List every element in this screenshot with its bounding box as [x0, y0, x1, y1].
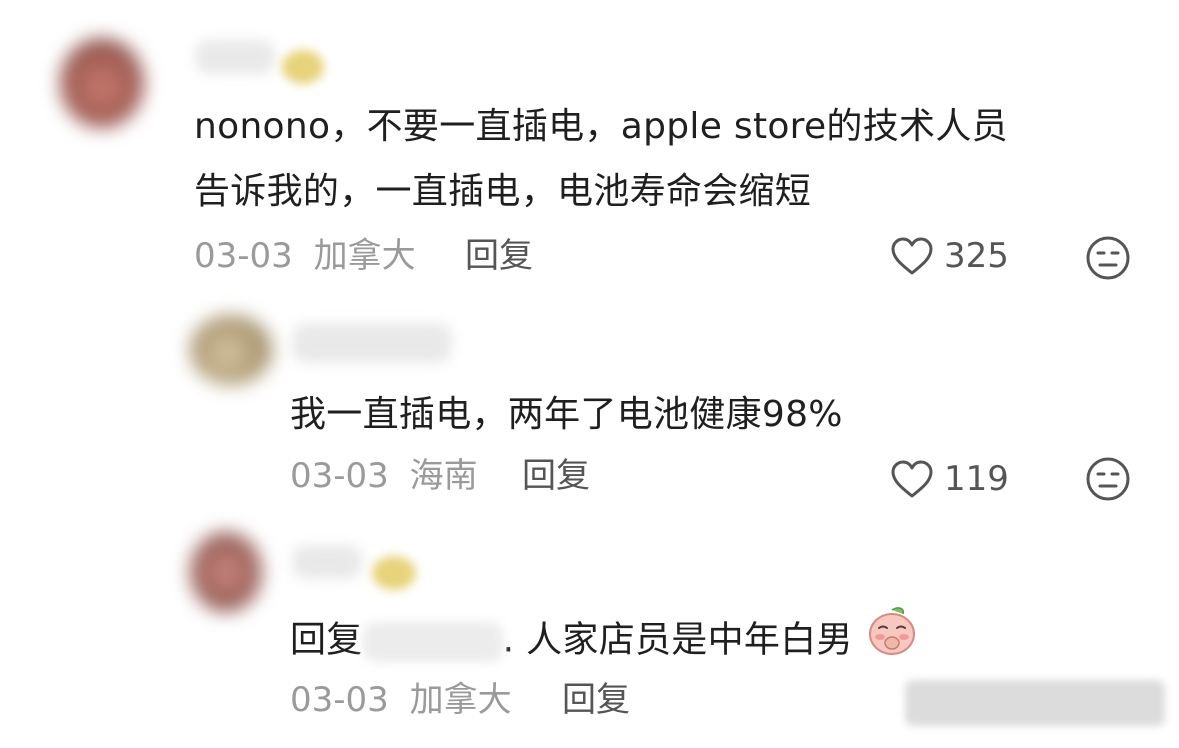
dislike-button[interactable] [1085, 456, 1131, 506]
mentioned-username-blurred[interactable] [362, 621, 503, 662]
comment-text-line-1: nonono，不要一直插电，apple store的技术人员 [194, 106, 1008, 147]
like-button[interactable]: 325 [890, 236, 1009, 276]
dislike-button[interactable] [1085, 235, 1131, 285]
avatar[interactable] [190, 532, 262, 612]
neutral-face-icon [1086, 457, 1130, 501]
comment-date: 03-03 [194, 236, 293, 276]
comment-date: 03-03 [290, 680, 389, 720]
comment-location: 海南 [409, 456, 478, 496]
watermark-blurred [905, 680, 1165, 726]
comment-text-body: . 人家店员是中年白男 [502, 619, 853, 661]
reply-button[interactable]: 回复 [522, 456, 590, 496]
comment-date-location: 03-03 加拿大 [194, 236, 416, 276]
comment-date-location: 03-03 海南 [290, 456, 478, 496]
user-badge [372, 556, 416, 590]
comment-thread: nonono，不要一直插电，apple store的技术人员 告诉我的，一直插电… [0, 0, 1179, 748]
heart-outline-icon [891, 460, 933, 498]
username-blurred[interactable] [292, 323, 452, 363]
heart-outline-icon [891, 237, 933, 275]
username-blurred[interactable] [195, 40, 275, 74]
avatar[interactable] [60, 38, 144, 128]
comment-date-location: 03-03 加拿大 [290, 680, 512, 720]
reply-button[interactable]: 回复 [562, 680, 630, 720]
peach-face-covering-mouth-emoji [865, 604, 919, 679]
comment-text-line-1: 我一直插电，两年了电池健康98% [290, 394, 843, 435]
comment-text: 回复 . 人家店员是中年白男 [290, 604, 919, 679]
comment-text-line-2: 告诉我的，一直插电，电池寿命会缩短 [194, 171, 812, 212]
avatar[interactable] [190, 315, 272, 385]
user-badge [282, 50, 324, 84]
like-button[interactable]: 119 [890, 459, 1009, 499]
neutral-face-icon [1086, 236, 1130, 280]
like-count: 325 [944, 236, 1009, 276]
like-count: 119 [944, 459, 1009, 499]
comment-date: 03-03 [290, 456, 389, 496]
reply-prefix: 回复 [290, 619, 363, 661]
reply-button[interactable]: 回复 [465, 236, 533, 276]
username-blurred[interactable] [292, 545, 362, 579]
comment-location: 加拿大 [313, 236, 416, 276]
comment-location: 加拿大 [409, 680, 512, 720]
